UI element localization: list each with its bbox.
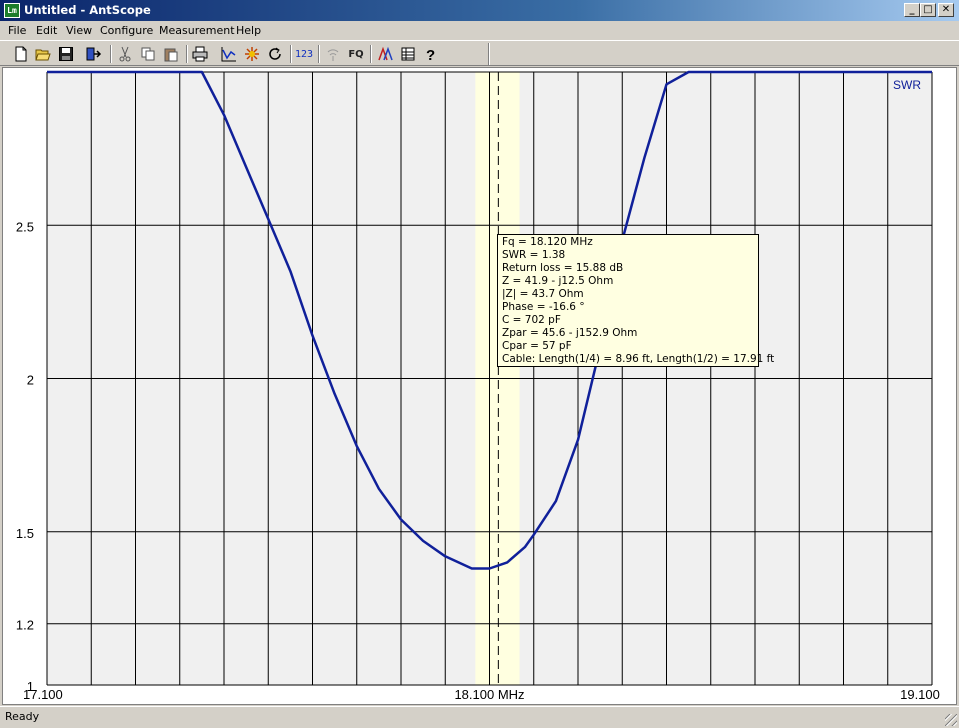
menu-view[interactable]: View <box>66 24 92 37</box>
swr-chart[interactable]: 2.521.51.21 17.100 18.100 MHz 19.100 SWR <box>3 68 956 704</box>
status-bar: Ready <box>0 706 959 728</box>
tooltip-line: |Z| = 43.7 Ohm <box>502 288 584 300</box>
x-tick-label: 18.100 MHz <box>454 687 524 702</box>
menu-bar: File Edit View Configure Measurement Hel… <box>0 21 959 40</box>
toolbar-end-separator <box>488 43 490 65</box>
settings-spark-icon[interactable] <box>243 45 261 63</box>
multi-curve-icon[interactable] <box>377 45 395 63</box>
help-icon[interactable]: ? <box>421 45 439 63</box>
save-disk-icon[interactable] <box>57 45 75 63</box>
tooltip-line: SWR = 1.38 <box>502 249 566 261</box>
toolbar-separator <box>370 45 372 63</box>
copy-icon[interactable] <box>139 45 157 63</box>
app-icon[interactable]: Lm <box>4 3 20 18</box>
graph-icon[interactable] <box>220 45 238 63</box>
export-icon[interactable] <box>85 45 103 63</box>
x-tick-label: 17.100 <box>23 687 63 702</box>
y-tick-label: 2.5 <box>16 219 34 234</box>
resize-grip-icon[interactable] <box>945 714 957 726</box>
y-tick-label: 1.2 <box>16 618 34 633</box>
print-icon[interactable] <box>191 45 209 63</box>
window-title: Untitled - AntScope <box>24 3 151 17</box>
new-file-icon[interactable] <box>12 45 30 63</box>
chart-area[interactable]: 2.5 2 1.5 1.2 1 17.100 18.100 MHz 19.100 SWR <box>2 67 957 705</box>
minimize-button[interactable]: _ <box>904 3 920 17</box>
cut-icon[interactable] <box>116 45 134 63</box>
paste-icon[interactable] <box>162 45 180 63</box>
maximize-button[interactable]: □ <box>920 3 936 17</box>
close-button[interactable]: ✕ <box>938 3 954 17</box>
tooltip-line: C = 702 pF <box>502 314 561 326</box>
refresh-icon[interactable] <box>266 45 284 63</box>
toolbar-separator <box>318 45 320 63</box>
antenna-icon[interactable] <box>324 45 342 63</box>
svg-text:?: ? <box>426 47 435 62</box>
x-tick-label: 19.100 <box>900 687 940 702</box>
series-label: SWR <box>893 78 921 92</box>
title-bar[interactable]: Lm Untitled - AntScope _ □ ✕ <box>0 0 959 21</box>
y-tick-label: 2 <box>27 373 34 388</box>
toolbar-separator <box>290 45 292 63</box>
tooltip-line: Z = 41.9 - j12.5 Ohm <box>502 275 614 287</box>
menu-measurement[interactable]: Measurement <box>159 24 235 37</box>
tooltip-line: Cable: Length(1/4) = 8.96 ft, Length(1/2… <box>502 353 775 365</box>
y-tick-label: 1.5 <box>16 526 34 541</box>
measurement-tooltip: Fq = 18.120 MHz SWR = 1.38 Return loss =… <box>497 234 775 367</box>
numeric-123-icon[interactable]: 123 <box>294 45 314 63</box>
open-folder-icon[interactable] <box>34 45 52 63</box>
fq-icon[interactable]: FQ <box>346 45 366 63</box>
tooltip-line: Zpar = 45.6 - j152.9 Ohm <box>502 327 638 339</box>
menu-edit[interactable]: Edit <box>36 24 57 37</box>
tooltip-line: Return loss = 15.88 dB <box>502 262 624 274</box>
toolbar-separator <box>110 45 112 63</box>
tooltip-line: Fq = 18.120 MHz <box>502 236 593 248</box>
grid <box>46 71 933 686</box>
x-axis-labels: 17.100 18.100 MHz 19.100 <box>23 687 940 702</box>
tooltip-line: Phase = -16.6 ° <box>502 301 585 313</box>
menu-help[interactable]: Help <box>236 24 261 37</box>
table-icon[interactable] <box>399 45 417 63</box>
menu-configure[interactable]: Configure <box>100 24 153 37</box>
status-text: Ready <box>5 710 40 723</box>
tooltip-line: Cpar = 57 pF <box>502 340 572 352</box>
y-axis-labels: 2.521.51.21 <box>16 219 34 694</box>
toolbar-separator <box>186 45 188 63</box>
toolbar: 123 FQ ? <box>0 40 959 66</box>
menu-file[interactable]: File <box>8 24 26 37</box>
